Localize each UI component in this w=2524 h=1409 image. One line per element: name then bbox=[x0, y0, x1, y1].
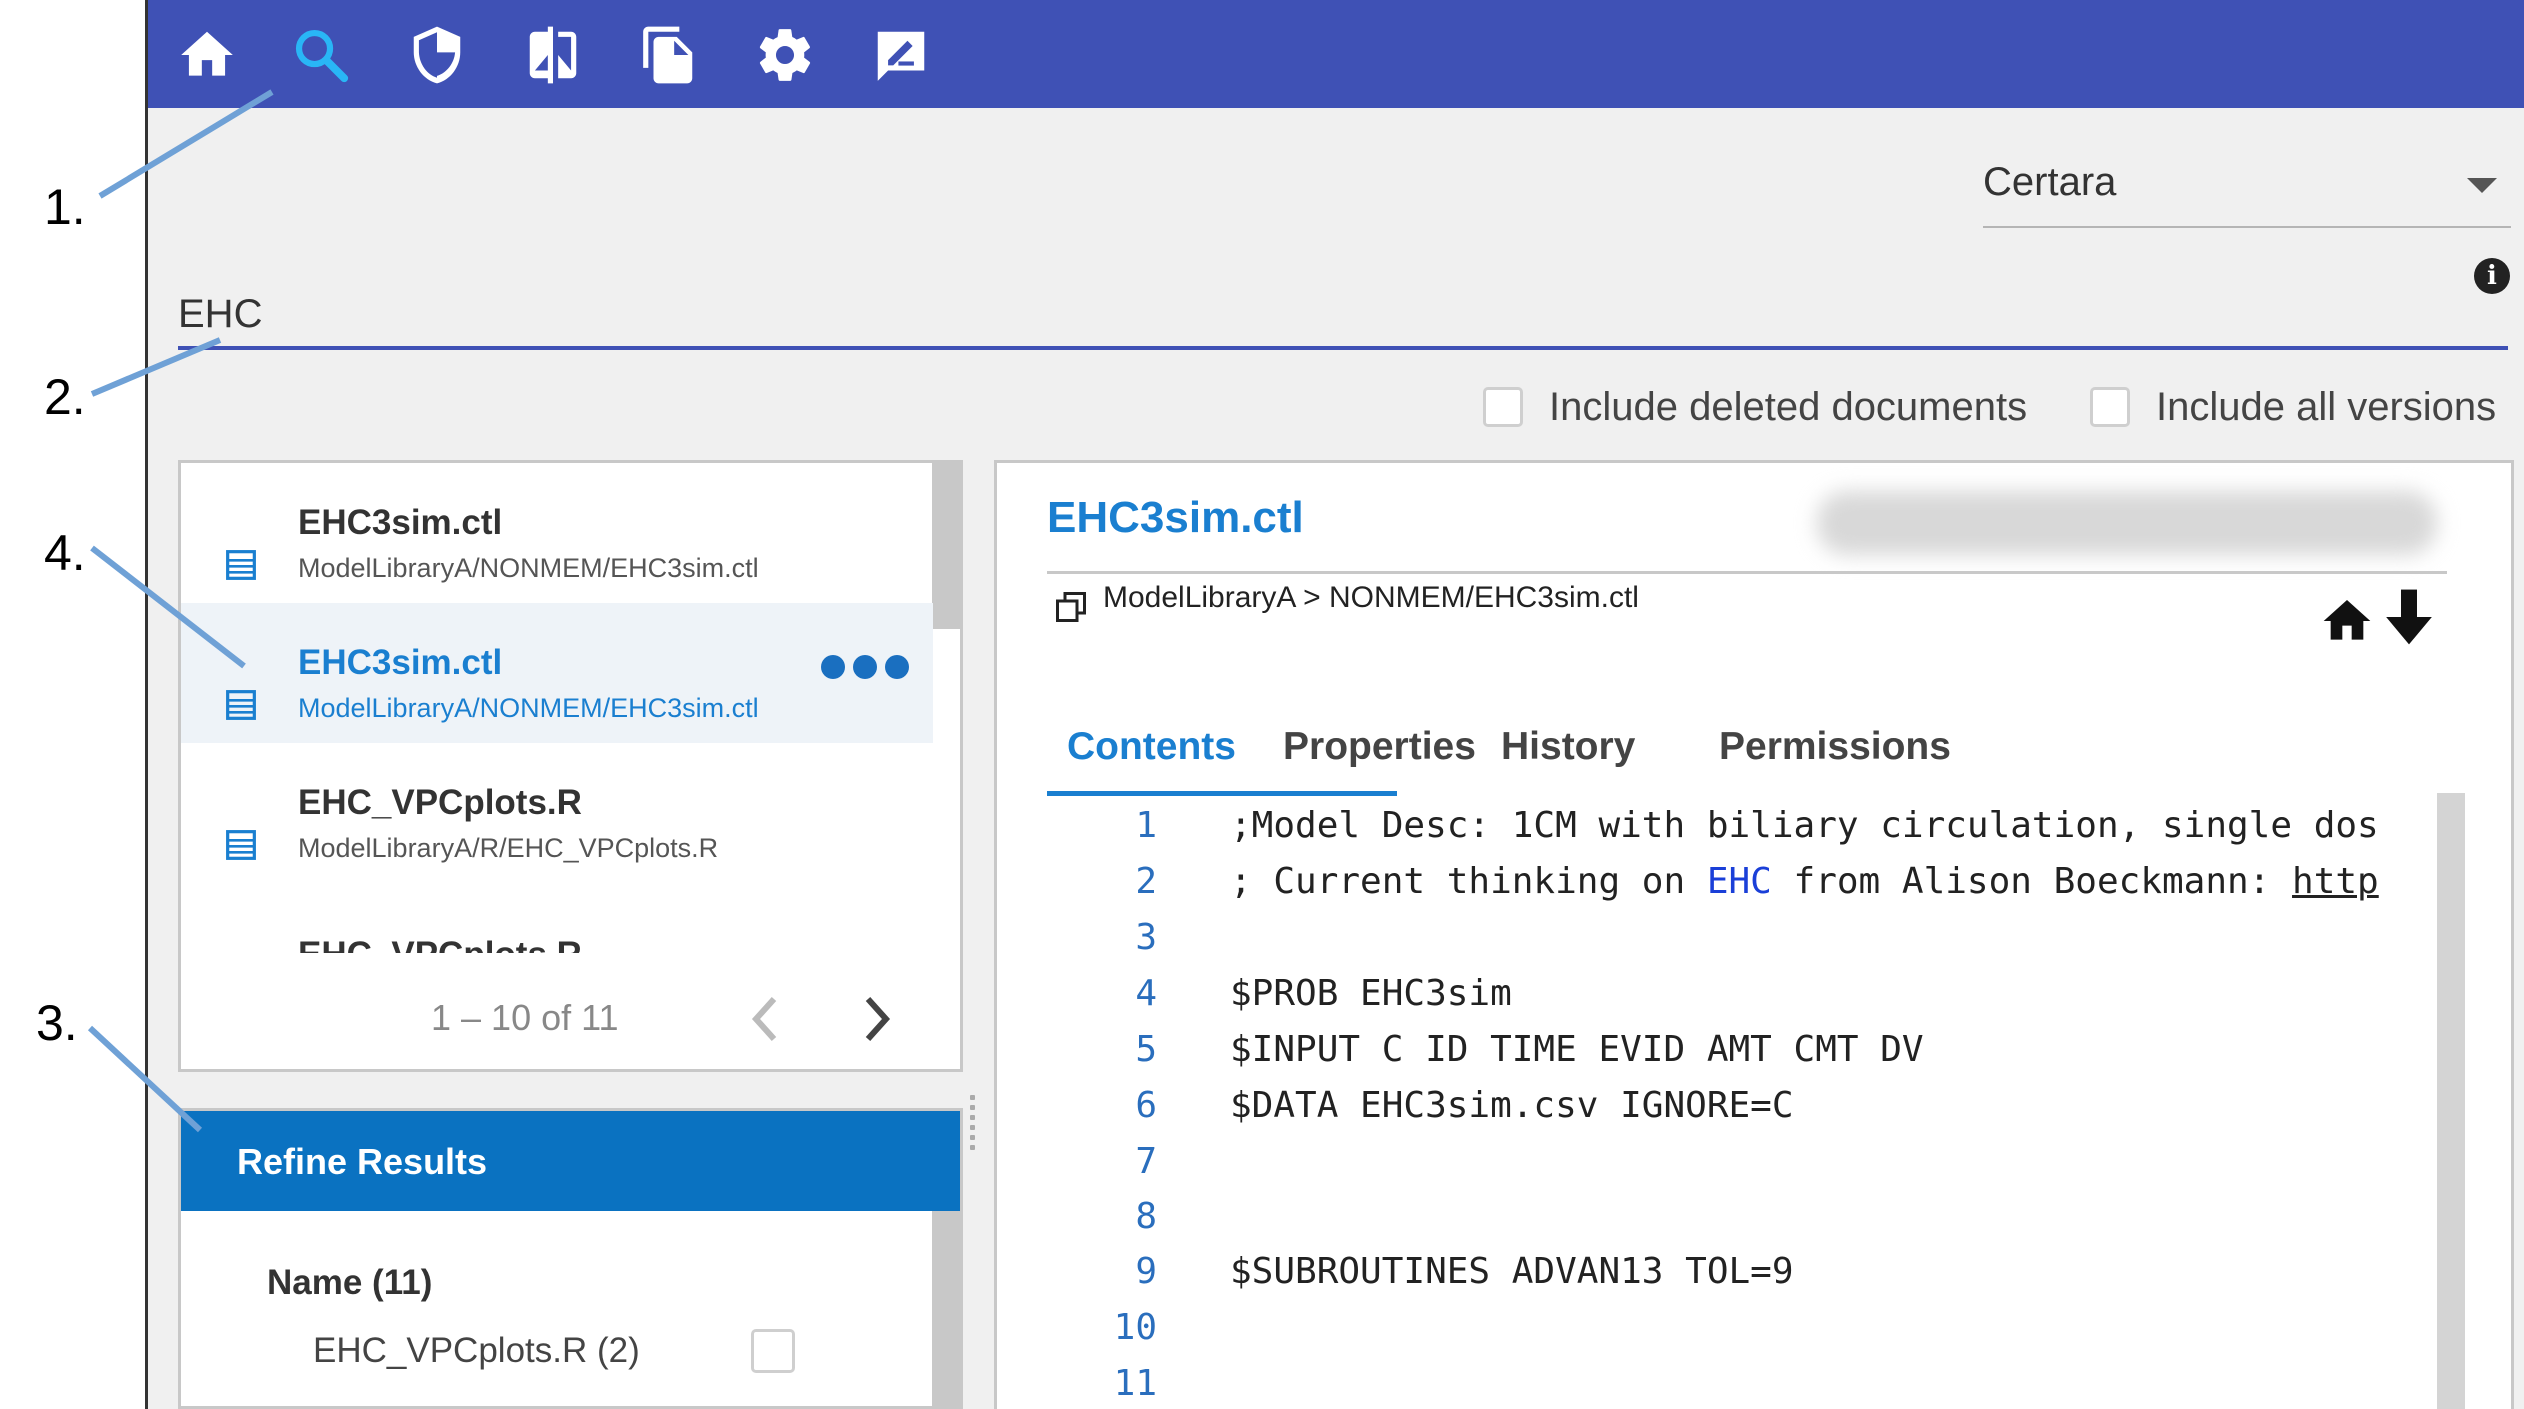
copy-path-icon[interactable] bbox=[1053, 589, 1089, 625]
code-line: 11 bbox=[1047, 1363, 2427, 1409]
code-line: 8 bbox=[1047, 1196, 2427, 1252]
result-item[interactable]: EHC_VPCplots.R ModelLibraryA/R/EHC_VPCpl… bbox=[181, 743, 933, 883]
code-line: 9 $SUBROUTINES ADVAN13 TOL=9 bbox=[1047, 1251, 2427, 1307]
include-all-versions-option[interactable]: Include all versions bbox=[2090, 378, 2496, 436]
include-deleted-label: Include deleted documents bbox=[1549, 384, 2028, 429]
result-path: ModelLibraryA/R/EHC_VPCplots.R bbox=[298, 833, 719, 863]
previous-page-icon[interactable] bbox=[741, 991, 791, 1047]
include-all-versions-checkbox[interactable] bbox=[2090, 387, 2130, 427]
callout-4: 4. bbox=[44, 525, 86, 581]
code-scrollbar[interactable] bbox=[2437, 793, 2465, 1409]
code-line: 5 $INPUT C ID TIME EVID AMT CMT DV bbox=[1047, 1029, 2427, 1085]
document-title: EHC3sim.ctl bbox=[1047, 493, 1304, 542]
result-item-selected[interactable]: EHC3sim.ctl ModelLibraryA/NONMEM/EHC3sim… bbox=[181, 603, 933, 743]
document-icon bbox=[226, 550, 256, 580]
line-number: 3 bbox=[1135, 917, 1157, 958]
include-deleted-checkbox[interactable] bbox=[1483, 387, 1523, 427]
callout-2: 2. bbox=[44, 369, 86, 425]
code-line: 1 ;Model Desc: 1CM with biliary circulati… bbox=[1047, 805, 2427, 861]
code-viewer: 1 ;Model Desc: 1CM with biliary circulati… bbox=[1047, 791, 2427, 1409]
callout-3: 3. bbox=[36, 995, 78, 1051]
refine-results-panel: Refine Results Name (11) EHC_VPCplots.R … bbox=[178, 1108, 963, 1409]
line-number: 2 bbox=[1135, 861, 1157, 902]
next-page-icon[interactable] bbox=[851, 991, 901, 1047]
line-number: 7 bbox=[1135, 1141, 1157, 1182]
line-number: 10 bbox=[1113, 1307, 1157, 1348]
include-all-versions-label: Include all versions bbox=[2156, 384, 2497, 429]
line-text: $SUBROUTINES ADVAN13 TOL=9 bbox=[1230, 1251, 1794, 1292]
code-link[interactable]: http bbox=[2292, 861, 2379, 902]
result-path: ModelLibraryA/NONMEM/EHC3sim.ctl bbox=[298, 693, 759, 723]
facet-heading-name: Name (11) bbox=[267, 1263, 433, 1302]
line-number: 1 bbox=[1135, 805, 1157, 846]
result-item[interactable]: EHC3sim.ctl ModelLibraryA/NONMEM/EHC3sim… bbox=[181, 463, 933, 603]
document-timestamp-redacted bbox=[1817, 491, 2437, 555]
refine-results-title: Refine Results bbox=[237, 1141, 488, 1182]
search-results-panel: EHC3sim.ctl ModelLibraryA/NONMEM/EHC3sim… bbox=[178, 460, 963, 1072]
shield-icon[interactable] bbox=[406, 24, 468, 86]
document-tabs: Contents Properties History Permissions bbox=[1047, 725, 2447, 796]
line-text: $DATA EHC3sim.csv IGNORE=C bbox=[1230, 1085, 1794, 1126]
organization-select[interactable]: Certara bbox=[1983, 148, 2511, 228]
pager-range: 1 – 10 of 11 bbox=[431, 997, 619, 1038]
download-icon[interactable] bbox=[2381, 585, 2437, 649]
line-number: 4 bbox=[1135, 973, 1157, 1014]
home-icon[interactable] bbox=[2319, 593, 2375, 649]
search-input[interactable] bbox=[178, 282, 2508, 350]
code-line: 4 $PROB EHC3sim bbox=[1047, 973, 2427, 1029]
tab-contents[interactable]: Contents bbox=[1067, 725, 1236, 769]
line-text: $INPUT C ID TIME EVID AMT CMT DV bbox=[1230, 1029, 1924, 1070]
refine-results-header[interactable]: Refine Results bbox=[181, 1111, 960, 1211]
more-options-icon[interactable] bbox=[821, 655, 917, 683]
tab-permissions[interactable]: Permissions bbox=[1719, 725, 1951, 769]
panel-splitter-handle[interactable] bbox=[966, 1090, 982, 1180]
code-line: 10 bbox=[1047, 1307, 2427, 1363]
line-text: ;Model Desc: 1CM with biliary circulatio… bbox=[1230, 805, 2379, 846]
results-scrollbar[interactable] bbox=[932, 463, 960, 629]
result-title: EHC3sim.ctl bbox=[298, 503, 503, 542]
refine-scrollbar[interactable] bbox=[932, 1211, 960, 1406]
code-line: 7 bbox=[1047, 1141, 2427, 1197]
organization-select-value: Certara bbox=[1983, 160, 2117, 204]
signature-icon[interactable] bbox=[870, 24, 932, 86]
facet-checkbox[interactable] bbox=[751, 1329, 795, 1373]
code-line: 2 ; Current thinking on EHC from Alison B… bbox=[1047, 861, 2427, 917]
search-icon[interactable] bbox=[290, 24, 352, 86]
line-number: 11 bbox=[1113, 1363, 1157, 1404]
home-icon[interactable] bbox=[176, 24, 238, 86]
tab-history[interactable]: History bbox=[1501, 725, 1635, 769]
code-line: 3 bbox=[1047, 917, 2427, 973]
result-path: ModelLibraryA/NONMEM/EHC3sim.ctl bbox=[298, 553, 759, 583]
document-icon bbox=[226, 690, 256, 720]
line-number: 9 bbox=[1135, 1251, 1157, 1292]
line-number: 6 bbox=[1135, 1085, 1157, 1126]
result-item-partial[interactable]: EHC_VPCplots.R bbox=[298, 935, 582, 953]
compare-icon[interactable] bbox=[522, 24, 584, 86]
line-number: 5 bbox=[1135, 1029, 1157, 1070]
result-title: EHC_VPCplots.R bbox=[298, 783, 582, 822]
include-deleted-option[interactable]: Include deleted documents bbox=[1483, 378, 2027, 436]
settings-icon[interactable] bbox=[754, 24, 816, 86]
line-text: $PROB EHC3sim bbox=[1230, 973, 1512, 1014]
facet-item: EHC_VPCplots.R (2) bbox=[313, 1331, 640, 1370]
line-number: 8 bbox=[1135, 1196, 1157, 1237]
callout-1: 1. bbox=[44, 179, 86, 235]
divider bbox=[1047, 571, 2447, 574]
tab-properties[interactable]: Properties bbox=[1283, 725, 1476, 769]
document-preview-panel: EHC3sim.ctl ModelLibraryA > NONMEM/EHC3s… bbox=[994, 460, 2514, 1409]
document-management-app: Certara i Include deleted documents Incl… bbox=[145, 0, 2524, 1409]
code-line: 6 $DATA EHC3sim.csv IGNORE=C bbox=[1047, 1085, 2427, 1141]
line-text-prefix: ; Current thinking on bbox=[1230, 861, 1707, 902]
search-highlight: EHC bbox=[1706, 861, 1772, 902]
result-title: EHC3sim.ctl bbox=[298, 643, 503, 682]
document-icon bbox=[226, 830, 256, 860]
copy-documents-icon[interactable] bbox=[638, 24, 700, 86]
line-text-middle: from Alison Boeckmann: bbox=[1771, 861, 2293, 902]
top-toolbar bbox=[148, 0, 2524, 108]
chevron-down-icon bbox=[2467, 178, 2497, 193]
results-pager: 1 – 10 of 11 bbox=[181, 963, 933, 1069]
document-breadcrumb: ModelLibraryA > NONMEM/EHC3sim.ctl bbox=[1103, 581, 1639, 614]
line-text: ; Current thinking on EHC from Alison Bo… bbox=[1230, 861, 2379, 902]
